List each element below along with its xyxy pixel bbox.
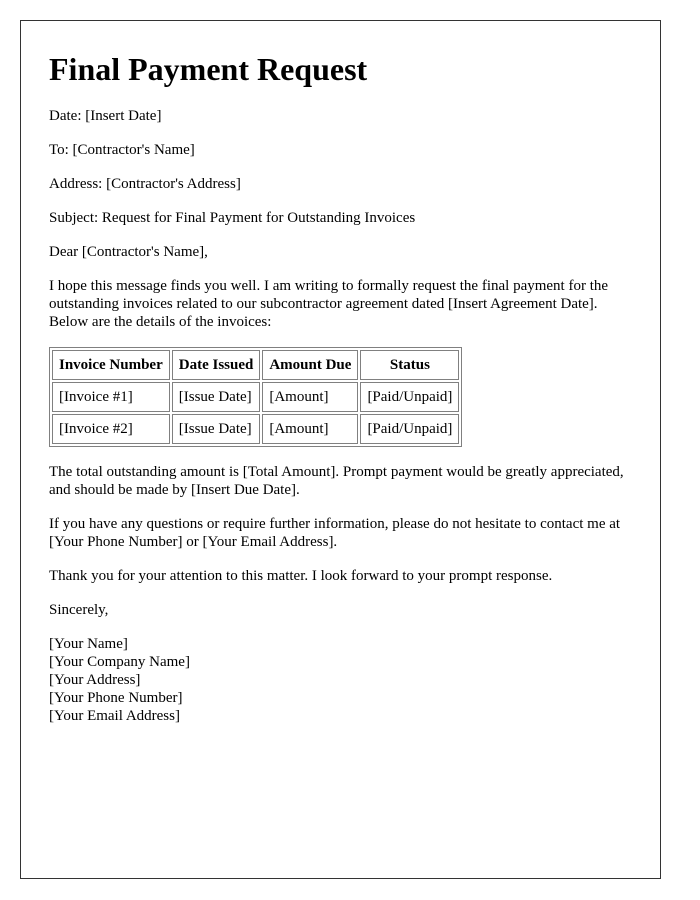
closing: Sincerely,: [49, 602, 109, 618]
to-line: To: [Contractor's Name]: [49, 142, 195, 158]
header-amount-due: Amount Due: [262, 350, 359, 380]
header-status: Status: [360, 350, 460, 380]
table-header-row: Invoice Number Date Issued Amount Due St…: [52, 350, 460, 380]
cell-date-issued: [Issue Date]: [171, 414, 261, 444]
cell-date-issued: [Issue Date]: [171, 382, 261, 412]
signature-phone: [Your Phone Number]: [49, 690, 183, 706]
letter: Final Payment Request Date: [Insert Date…: [20, 20, 661, 879]
table-row: [Invoice #2] [Issue Date] [Amount] [Paid…: [52, 414, 460, 444]
signature-address: [Your Address]: [49, 672, 141, 688]
invoice-table: Invoice Number Date Issued Amount Due St…: [49, 347, 463, 447]
signature-email: [Your Email Address]: [49, 708, 180, 724]
page-title: Final Payment Request: [49, 51, 368, 87]
cell-amount-due: [Amount]: [262, 414, 359, 444]
date-line: Date: [Insert Date]: [49, 108, 162, 124]
thanks-paragraph: Thank you for your attention to this mat…: [49, 568, 553, 584]
questions-paragraph: If you have any questions or require fur…: [49, 516, 621, 550]
signature-company: [Your Company Name]: [49, 654, 190, 670]
subject-line: Subject: Request for Final Payment for O…: [49, 210, 416, 226]
cell-status: [Paid/Unpaid]: [360, 414, 460, 444]
cell-invoice-number: [Invoice #1]: [52, 382, 170, 412]
signature-name: [Your Name]: [49, 636, 128, 652]
cell-status: [Paid/Unpaid]: [360, 382, 460, 412]
intro-paragraph: I hope this message finds you well. I am…: [49, 278, 609, 330]
total-paragraph: The total outstanding amount is [Total A…: [49, 464, 624, 498]
address-line: Address: [Contractor's Address]: [49, 176, 241, 192]
header-invoice-number: Invoice Number: [52, 350, 170, 380]
header-date-issued: Date Issued: [171, 350, 261, 380]
table-row: [Invoice #1] [Issue Date] [Amount] [Paid…: [52, 382, 460, 412]
signature-block: [Your Name] [Your Company Name] [Your Ad…: [49, 635, 632, 725]
salutation: Dear [Contractor's Name],: [49, 244, 208, 260]
cell-amount-due: [Amount]: [262, 382, 359, 412]
cell-invoice-number: [Invoice #2]: [52, 414, 170, 444]
